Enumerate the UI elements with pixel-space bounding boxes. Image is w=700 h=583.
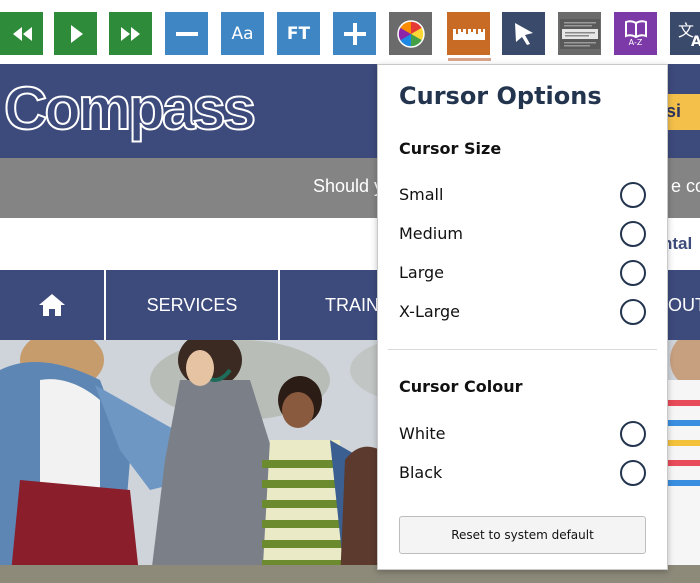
option-label: Large: [399, 263, 445, 282]
minus-icon: [175, 31, 198, 36]
colour-button[interactable]: [389, 12, 432, 55]
section-divider: [388, 349, 657, 350]
cursor-button[interactable]: [502, 12, 545, 55]
screen-mask-icon: [559, 18, 600, 49]
compass-logo[interactable]: Compass: [3, 75, 257, 143]
radio-button[interactable]: [620, 260, 646, 286]
translate-button[interactable]: 文 A: [670, 12, 700, 55]
dictionary-button[interactable]: A-Z: [614, 12, 657, 55]
book-icon: [624, 20, 647, 38]
screen-mask-button[interactable]: [558, 12, 601, 55]
home-icon: [39, 294, 65, 316]
cursor-size-heading: Cursor Size: [399, 139, 502, 158]
dictionary-icon: A-Z: [624, 20, 648, 47]
reset-cursor-button[interactable]: Reset to system default: [399, 516, 646, 554]
notice-text-left: Should y: [313, 176, 384, 196]
cursor-colour-white-option[interactable]: White: [378, 417, 667, 451]
cursor-colour-black-option[interactable]: Black: [378, 456, 667, 490]
font-icon: FT: [286, 23, 311, 44]
colour-wheel-icon: [396, 19, 425, 48]
text-size-icon: Aa: [231, 23, 254, 44]
active-tool-indicator: [448, 58, 491, 61]
nav-training-label: TRAIN: [325, 294, 379, 315]
rewind-icon: [12, 26, 32, 41]
decrease-button[interactable]: [165, 12, 208, 55]
cursor-size-small-option[interactable]: Small: [378, 178, 667, 212]
cursor-size-xlarge-option[interactable]: X-Large: [378, 295, 667, 329]
cursor-size-large-option[interactable]: Large: [378, 256, 667, 290]
nav-home[interactable]: [0, 270, 106, 340]
nav-training[interactable]: TRAIN: [280, 270, 390, 340]
nav-services-label: SERVICES: [146, 294, 238, 315]
translate-icon: 文 A: [678, 21, 700, 48]
option-label: X-Large: [399, 302, 460, 321]
fast-forward-button[interactable]: [109, 12, 152, 55]
dictionary-caption: A-Z: [628, 38, 643, 47]
font-button[interactable]: FT: [277, 12, 320, 55]
notice-text-right: e co: [671, 176, 700, 196]
increase-button[interactable]: [333, 12, 376, 55]
accessibility-toolbar: Aa FT A-Z 文 A: [0, 0, 700, 64]
nav-services[interactable]: SERVICES: [106, 270, 280, 340]
nav-about-label: OUT: [668, 294, 700, 315]
ruler-icon: [452, 28, 485, 40]
radio-button[interactable]: [620, 421, 646, 447]
text-size-button[interactable]: Aa: [221, 12, 264, 55]
radio-button[interactable]: [620, 460, 646, 486]
cursor-arrow-icon: [514, 22, 533, 45]
ruler-button[interactable]: [447, 12, 490, 55]
option-label: White: [399, 424, 446, 443]
radio-button[interactable]: [620, 182, 646, 208]
radio-button[interactable]: [620, 299, 646, 325]
option-label: Small: [399, 185, 444, 204]
panel-title: Cursor Options: [399, 82, 602, 110]
cursor-size-medium-option[interactable]: Medium: [378, 217, 667, 251]
rewind-button[interactable]: [0, 12, 43, 55]
plus-icon: [343, 22, 366, 45]
fast-forward-icon: [120, 26, 140, 41]
cursor-options-panel: Cursor Options Cursor Size Small Medium …: [377, 64, 668, 570]
radio-button[interactable]: [620, 221, 646, 247]
play-icon: [70, 24, 83, 43]
cursor-colour-heading: Cursor Colour: [399, 377, 523, 396]
svg-text:A: A: [691, 34, 700, 48]
option-label: Medium: [399, 224, 463, 243]
play-button[interactable]: [54, 12, 97, 55]
option-label: Black: [399, 463, 443, 482]
